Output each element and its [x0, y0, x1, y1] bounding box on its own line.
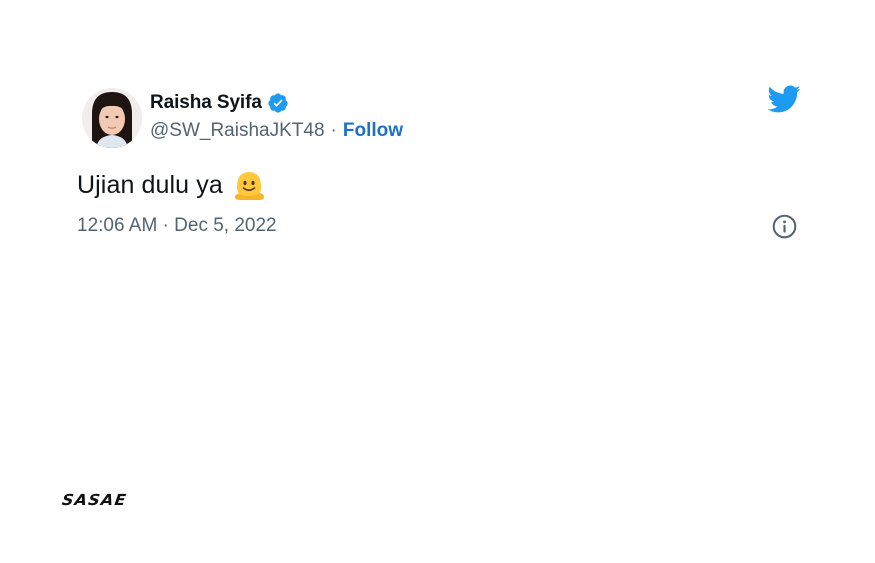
author-name-row: Raisha Syifa [150, 90, 289, 116]
tweet-text: Ujian dulu ya [77, 170, 223, 199]
tweet-text-row: Ujian dulu ya [77, 166, 267, 204]
separator-dot: · [330, 120, 337, 141]
handle-row: @SW_RaishaJKT48 · Follow [150, 118, 403, 144]
follow-link[interactable]: Follow [343, 120, 403, 142]
info-icon[interactable] [771, 213, 798, 240]
avatar[interactable] [82, 88, 142, 148]
twitter-bird-icon[interactable] [766, 84, 801, 114]
avatar-image [82, 88, 142, 148]
melting-face-emoji [231, 167, 267, 203]
author-handle[interactable]: @SW_RaishaJKT48 [150, 120, 325, 142]
verified-badge-icon [267, 92, 289, 114]
author-name[interactable]: Raisha Syifa [150, 92, 262, 114]
tweet-timestamp[interactable]: 12:06 AM · Dec 5, 2022 [77, 213, 277, 239]
watermark-logo: SASAE [60, 490, 129, 509]
tweet-embed-card: Raisha Syifa @SW_RaishaJKT48 · Follow Uj… [0, 0, 875, 563]
